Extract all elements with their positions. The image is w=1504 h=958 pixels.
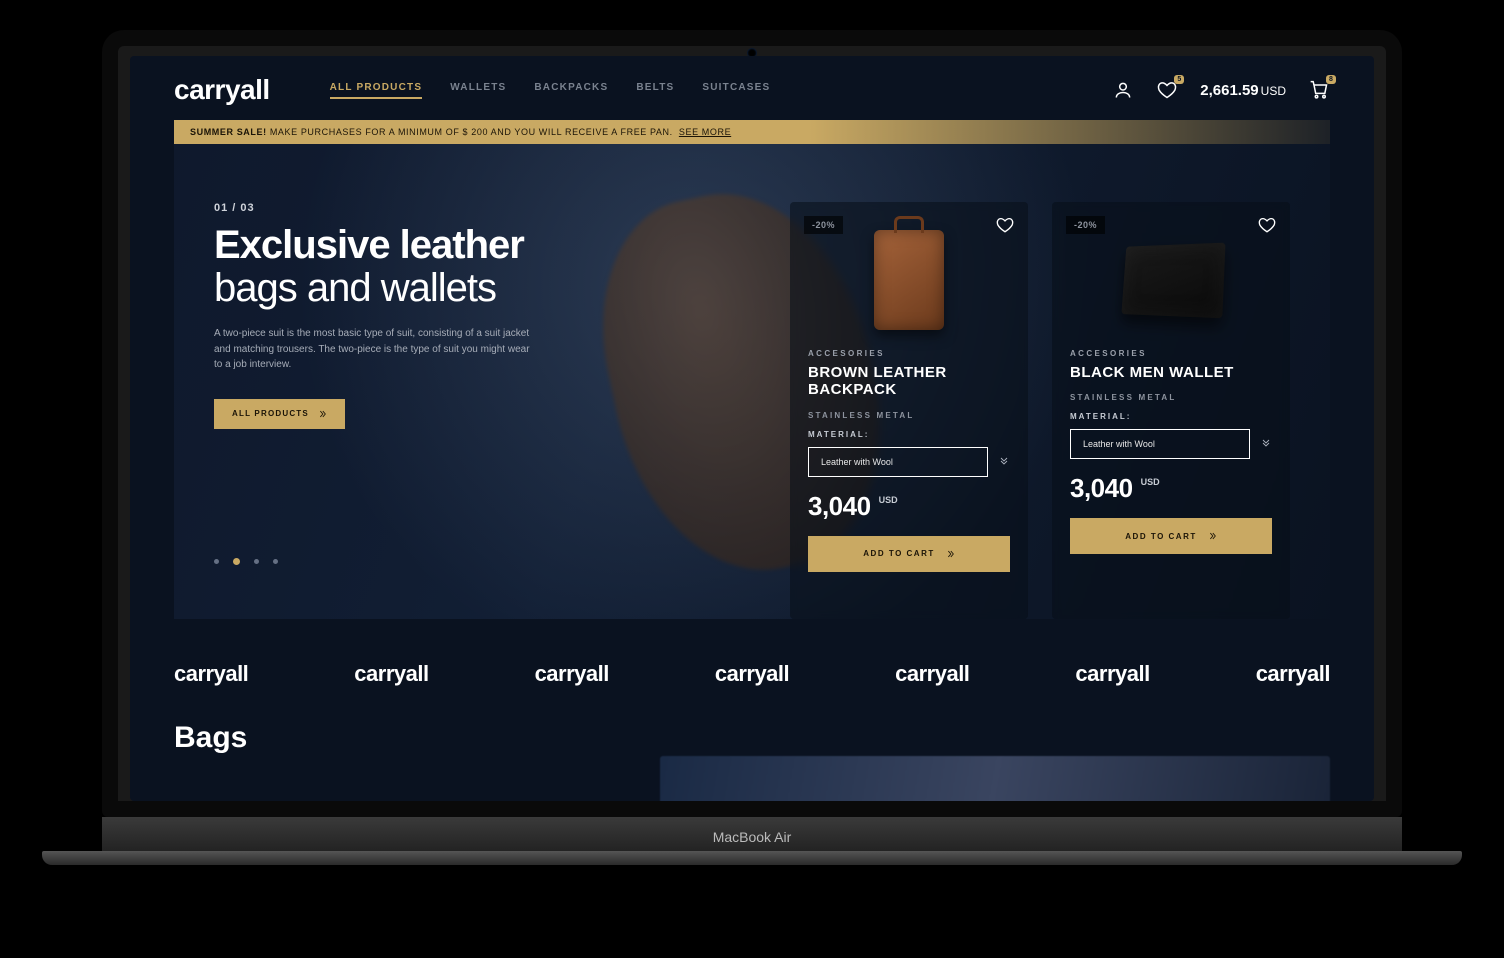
device-label: MacBook Air <box>713 829 792 845</box>
product-name: BROWN LEATHER BACKPACK <box>808 364 1010 399</box>
section-title: Bags <box>130 721 1374 755</box>
site-header: carryall ALL PRODUCTS WALLETS BACKPACKS … <box>130 56 1374 120</box>
brand-strip: carryall carryall carryall carryall carr… <box>130 619 1374 721</box>
wishlist-badge: 5 <box>1174 75 1184 84</box>
bags-preview-image <box>660 756 1330 801</box>
hero-title: Exclusive leather bags and wallets <box>214 224 594 310</box>
brand-strip-item: carryall <box>354 661 428 687</box>
product-name: BLACK MEN WALLET <box>1070 364 1272 381</box>
hero-title-bold: Exclusive leather <box>214 223 524 267</box>
heart-icon <box>996 216 1014 234</box>
product-image <box>790 225 1028 335</box>
product-card: -20% ACCESORIES BLACK MEN WALLET STAINLE… <box>1052 202 1290 619</box>
brand-strip-item: carryall <box>1075 661 1149 687</box>
nav-belts[interactable]: BELTS <box>636 82 674 99</box>
product-subtitle: STAINLESS METAL <box>1070 393 1272 402</box>
discount-badge: -20% <box>804 216 843 234</box>
material-select[interactable]: Leather with Wool <box>808 447 988 477</box>
hero-title-light: bags and wallets <box>214 266 496 310</box>
laptop-hinge: MacBook Air <box>102 817 1402 857</box>
brand-logo[interactable]: carryall <box>174 74 270 106</box>
cart-icon[interactable]: 8 <box>1308 79 1330 101</box>
balance-currency: USD <box>1261 84 1286 98</box>
balance-display: 2,661.59USD <box>1200 82 1286 99</box>
product-category: ACCESORIES <box>808 349 1010 358</box>
hinge-cutout <box>657 855 847 865</box>
website: carryall ALL PRODUCTS WALLETS BACKPACKS … <box>130 56 1374 755</box>
material-label: MATERIAL: <box>808 430 1010 439</box>
promo-bar: SUMMER SALE! MAKE PURCHASES FOR A MINIMU… <box>174 120 1330 144</box>
chevron-down-icon[interactable] <box>1260 435 1272 453</box>
chevron-right-icon <box>317 409 327 419</box>
chevron-right-icon <box>1207 531 1217 541</box>
promo-see-more[interactable]: SEE MORE <box>679 127 731 137</box>
brand-strip-item: carryall <box>895 661 969 687</box>
product-category: ACCESORIES <box>1070 349 1272 358</box>
hero-section: 01 / 03 Exclusive leather bags and walle… <box>174 144 1330 619</box>
add-to-cart-button[interactable]: ADD TO CART <box>808 536 1010 572</box>
screen: carryall ALL PRODUCTS WALLETS BACKPACKS … <box>130 56 1374 801</box>
suitcase-graphic <box>874 230 944 330</box>
balance-amount: 2,661.59 <box>1200 82 1258 99</box>
chevron-down-icon[interactable] <box>998 453 1010 471</box>
nav-all-products[interactable]: ALL PRODUCTS <box>330 82 423 99</box>
discount-badge: -20% <box>1066 216 1105 234</box>
product-subtitle: STAINLESS METAL <box>808 411 1010 420</box>
chevron-right-icon <box>945 549 955 559</box>
wallet-graphic <box>1121 243 1225 319</box>
product-price: 3,040 <box>1070 473 1133 504</box>
heart-icon <box>1258 216 1276 234</box>
add-to-cart-button[interactable]: ADD TO CART <box>1070 518 1272 554</box>
brand-strip-item: carryall <box>1256 661 1330 687</box>
product-image <box>1052 225 1290 335</box>
nav-suitcases[interactable]: SUITCASES <box>702 82 770 99</box>
brand-strip-item: carryall <box>535 661 609 687</box>
account-icon[interactable] <box>1112 79 1134 101</box>
price-currency: USD <box>1141 473 1160 487</box>
brand-strip-item: carryall <box>715 661 789 687</box>
hero-cta-button[interactable]: ALL PRODUCTS <box>214 399 345 429</box>
slide-counter: 01 / 03 <box>214 202 594 214</box>
product-card: -20% ACCESORIES BROWN LEATHER BACKPACK S… <box>790 202 1028 619</box>
wishlist-toggle[interactable] <box>1258 216 1276 239</box>
product-cards: -20% ACCESORIES BROWN LEATHER BACKPACK S… <box>790 202 1290 619</box>
header-actions: 5 2,661.59USD 8 <box>1112 79 1330 101</box>
wishlist-icon[interactable]: 5 <box>1156 79 1178 101</box>
laptop-mockup: carryall ALL PRODUCTS WALLETS BACKPACKS … <box>102 30 1402 857</box>
main-nav: ALL PRODUCTS WALLETS BACKPACKS BELTS SUI… <box>330 82 771 99</box>
material-select[interactable]: Leather with Wool <box>1070 429 1250 459</box>
material-label: MATERIAL: <box>1070 412 1272 421</box>
hero-description: A two-piece suit is the most basic type … <box>214 326 534 373</box>
promo-tag: SUMMER SALE! <box>190 127 267 137</box>
wishlist-toggle[interactable] <box>996 216 1014 239</box>
hero-cta-label: ALL PRODUCTS <box>232 409 309 418</box>
cart-badge: 8 <box>1326 75 1336 84</box>
add-to-cart-label: ADD TO CART <box>1125 532 1196 541</box>
promo-text: MAKE PURCHASES FOR A MINIMUM OF $ 200 AN… <box>270 127 673 137</box>
product-price: 3,040 <box>808 491 871 522</box>
hero-content: 01 / 03 Exclusive leather bags and walle… <box>214 202 594 619</box>
brand-strip-item: carryall <box>174 661 248 687</box>
add-to-cart-label: ADD TO CART <box>863 549 934 558</box>
price-currency: USD <box>879 491 898 505</box>
nav-backpacks[interactable]: BACKPACKS <box>534 82 608 99</box>
screen-bezel: carryall ALL PRODUCTS WALLETS BACKPACKS … <box>102 30 1402 817</box>
nav-wallets[interactable]: WALLETS <box>450 82 506 99</box>
